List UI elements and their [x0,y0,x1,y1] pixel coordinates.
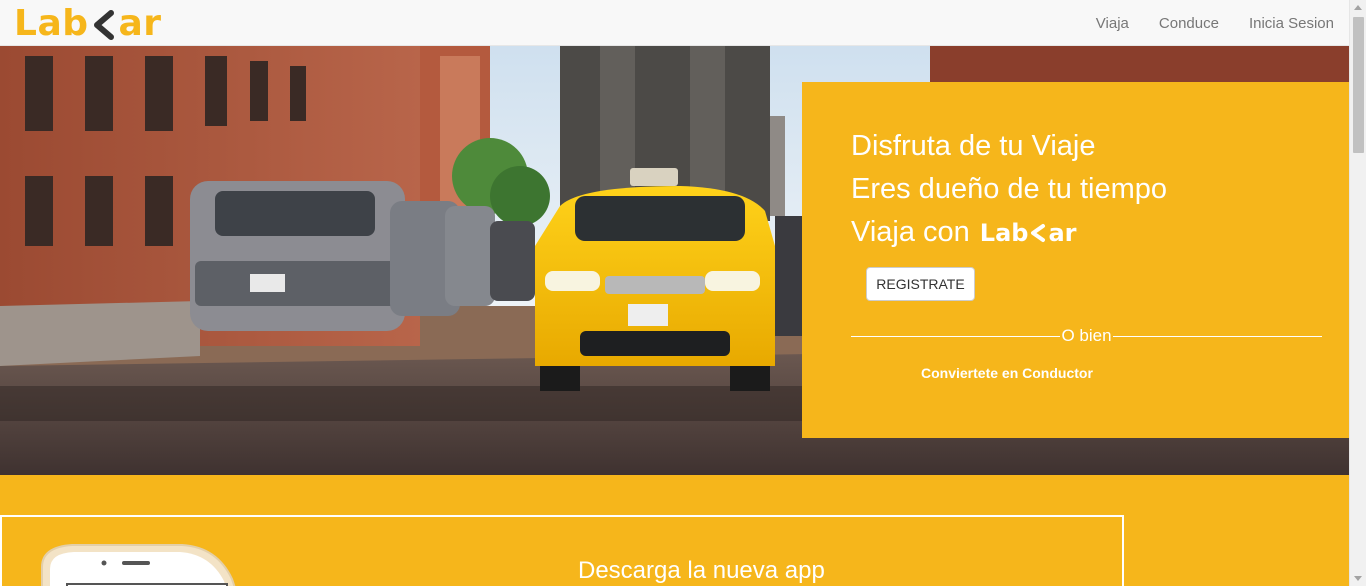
app-download-box: Descarga la nueva app [0,515,1124,586]
nav-menu: Viaja Conduce Inicia Sesion [1066,0,1334,46]
hero-headline-2: Eres dueño de tu tiempo [851,173,1167,205]
become-driver-link[interactable]: Conviertete en Conductor [921,365,1093,381]
nav-item-viaja[interactable]: Viaja [1096,15,1129,32]
hero-logo-right: ar [1048,218,1077,247]
brand-name-left: Lab [14,3,89,44]
scrollbar-thumb[interactable] [1353,17,1364,153]
phone-image [41,544,236,586]
hero-inline-logo: Lab ar [980,219,1077,247]
scroll-up-arrow-icon[interactable] [1354,5,1362,10]
nav-item-inicia-sesion[interactable]: Inicia Sesion [1249,15,1334,32]
hero-headline-3-prefix: Viaja con [851,216,970,248]
app-section-title: Descarga la nueva app [578,557,825,584]
brand-name-right: ar [118,3,162,44]
hero-card: Disfruta de tu Viaje Eres dueño de tu ti… [802,82,1349,438]
page-scrollbar[interactable] [1349,0,1366,586]
divider-rule-right [1112,335,1322,337]
chevron-left-icon [93,10,114,40]
hero-headline-3: Viaja con Lab ar [851,216,1076,249]
divider-text: O bien [1061,326,1112,345]
nav-item-conduce[interactable]: Conduce [1159,15,1219,32]
hero-section: Disfruta de tu Viaje Eres dueño de tu ti… [0,46,1349,475]
hero-headline-1: Disfruta de tu Viaje [851,130,1096,162]
brand-logo[interactable]: Lab ar [14,6,162,42]
hero-logo-left: Lab [979,218,1029,247]
divider-rule-left [851,335,1061,337]
register-button[interactable]: REGISTRATE [866,267,975,301]
or-divider: O bien [851,325,1322,347]
scroll-down-arrow-icon[interactable] [1354,576,1362,581]
chevron-left-icon [1031,223,1046,242]
navbar: Lab ar Viaja Conduce Inicia Sesion [0,0,1349,46]
